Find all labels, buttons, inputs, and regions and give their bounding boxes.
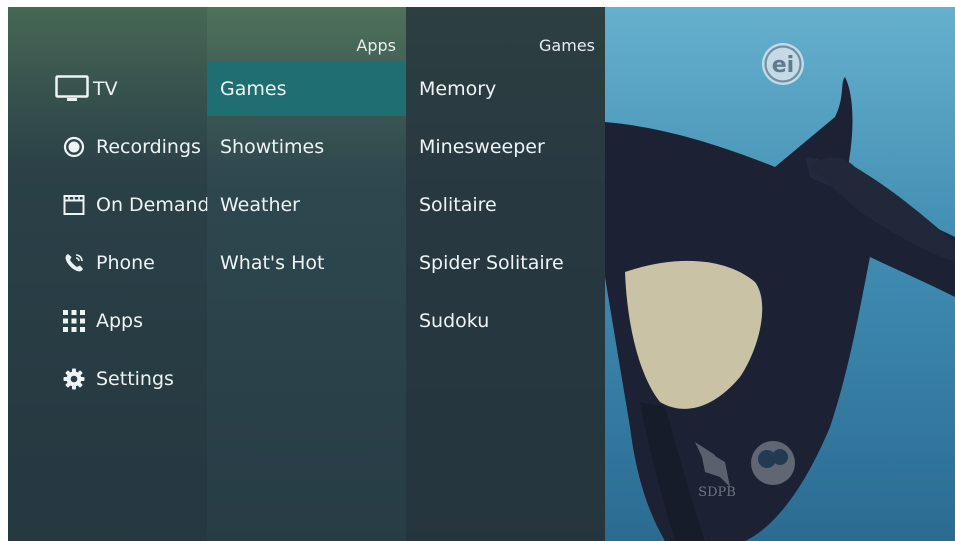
video-preview: ei SDPB [605,7,955,541]
games-item-minesweeper[interactable]: Minesweeper [406,120,605,174]
apps-item-label: What's Hot [220,252,325,274]
games-item-label: Solitaire [419,194,497,216]
games-item-solitaire[interactable]: Solitaire [406,178,605,232]
apps-submenu: Apps Games Showtimes Weather What's Hot [207,7,406,541]
menu-item-label: On Demand [96,194,210,216]
apps-item-games[interactable]: Games [207,62,406,116]
menu-item-label: Apps [96,310,144,332]
apps-item-label: Games [220,78,287,100]
games-item-label: Minesweeper [419,136,545,158]
menu-item-recordings[interactable]: Recordings [8,120,207,174]
games-item-label: Spider Solitaire [419,252,564,274]
games-item-label: Sudoku [419,310,490,332]
apps-item-weather[interactable]: Weather [207,178,406,232]
whale-image: ei SDPB [605,7,955,541]
menu-item-label: Settings [96,368,174,390]
main-menu: TV Recordings On Demand Phone Apps Setti… [8,7,210,541]
apps-header: Apps [356,36,396,55]
games-header: Games [539,36,595,55]
rating-badge-text: ei [772,53,794,78]
games-item-spider-solitaire[interactable]: Spider Solitaire [406,236,605,290]
menu-item-on-demand[interactable]: On Demand [8,178,210,232]
record-icon [63,136,85,158]
grid-icon [62,309,86,333]
menu-item-label: TV [93,78,118,100]
clapperboard-icon [63,194,85,216]
games-submenu: Games Memory Minesweeper Solitaire Spide… [406,7,605,541]
menu-item-settings[interactable]: Settings [8,352,207,406]
menu-item-tv[interactable]: TV [8,62,207,116]
apps-item-label: Weather [220,194,300,216]
apps-item-whats-hot[interactable]: What's Hot [207,236,406,290]
games-item-memory[interactable]: Memory [406,62,605,116]
apps-item-showtimes[interactable]: Showtimes [207,120,406,174]
menu-item-label: Phone [96,252,155,274]
tv-screen: TV Recordings On Demand Phone Apps Setti… [8,7,955,541]
games-item-sudoku[interactable]: Sudoku [406,294,605,348]
watermark-text: SDPB [698,485,736,500]
phone-icon [63,252,85,274]
tv-icon [55,75,89,103]
gear-icon [63,368,85,390]
apps-item-label: Showtimes [220,136,325,158]
games-item-label: Memory [419,78,497,100]
menu-item-apps[interactable]: Apps [8,294,207,348]
menu-item-label: Recordings [96,136,201,158]
menu-item-phone[interactable]: Phone [8,236,207,290]
